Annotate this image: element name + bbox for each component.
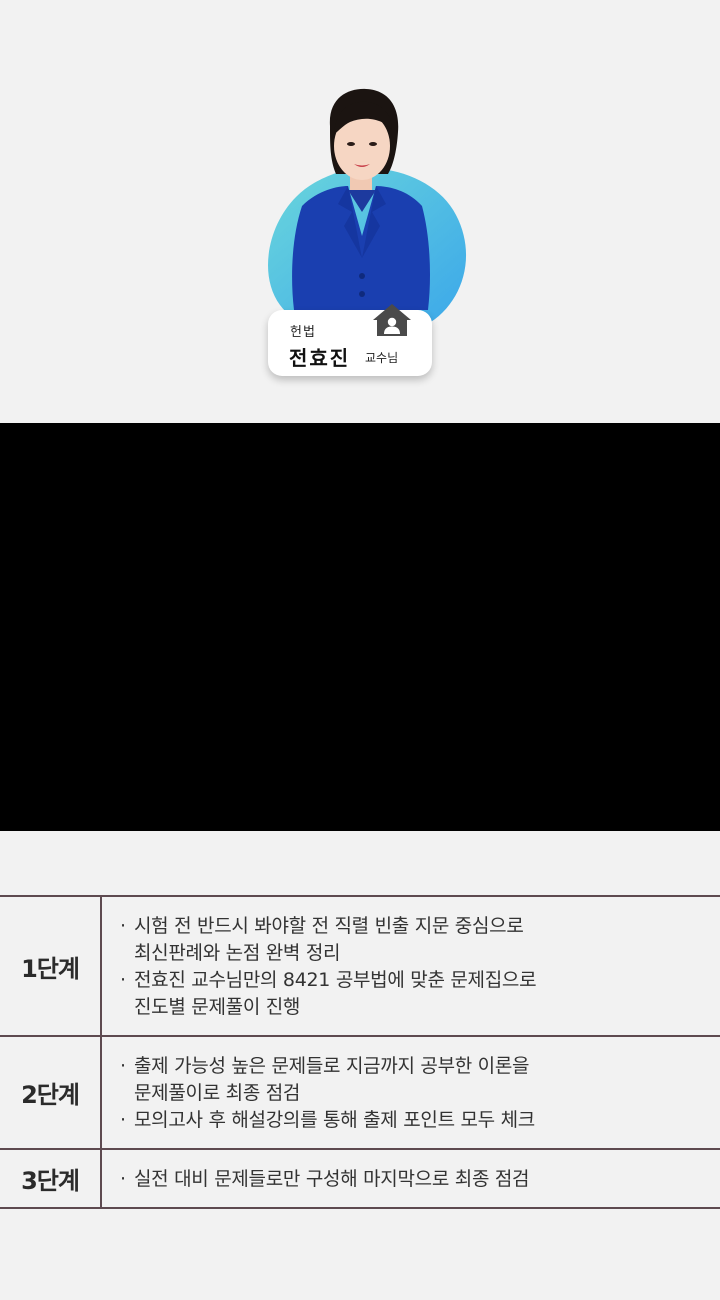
professor-header: 헌법 전효진 교수님: [0, 0, 720, 423]
step-item-text: 전효진 교수님만의 8421 공부법에 맞춘 문제집으로 진도별 문제풀이 진행: [134, 969, 537, 1018]
professor-portrait: [292, 88, 430, 310]
home-user-icon[interactable]: [371, 302, 413, 338]
step-item: 시험 전 반드시 봐야할 전 직렬 빈출 지문 중심으로 최신판례와 논점 완벽…: [120, 913, 536, 967]
professor-title: 교수님: [365, 351, 399, 365]
step-label: 2단계: [0, 1037, 102, 1148]
study-steps-table: 1단계 시험 전 반드시 봐야할 전 직렬 빈출 지문 중심으로 최신판례와 논…: [0, 895, 720, 1209]
step-item-text: 실전 대비 문제들로만 구성해 마지막으로 최종 점검: [134, 1168, 530, 1190]
step-item: 모의고사 후 해설강의를 통해 출제 포인트 모두 체크: [120, 1107, 535, 1134]
video-player[interactable]: [0, 423, 720, 831]
professor-name: 전효진: [289, 346, 351, 370]
subject-label: 헌법: [290, 325, 316, 340]
step-row-1: 1단계 시험 전 반드시 봐야할 전 직렬 빈출 지문 중심으로 최신판례와 논…: [0, 895, 720, 1035]
step-row-3: 3단계 실전 대비 문제들로만 구성해 마지막으로 최종 점검: [0, 1148, 720, 1209]
step-label: 1단계: [0, 897, 102, 1035]
step-row-2: 2단계 출제 가능성 높은 문제들로 지금까지 공부한 이론을 문제풀이로 최종…: [0, 1035, 720, 1148]
step-item-text: 출제 가능성 높은 문제들로 지금까지 공부한 이론을 문제풀이로 최종 점검: [134, 1055, 530, 1104]
step-label: 3단계: [0, 1150, 102, 1207]
step-item: 전효진 교수님만의 8421 공부법에 맞춘 문제집으로 진도별 문제풀이 진행: [120, 967, 537, 1021]
step-item-text: 시험 전 반드시 봐야할 전 직렬 빈출 지문 중심으로 최신판례와 논점 완벽…: [134, 915, 524, 964]
step-item: 실전 대비 문제들로만 구성해 마지막으로 최종 점검: [120, 1166, 530, 1193]
step-item: 출제 가능성 높은 문제들로 지금까지 공부한 이론을 문제풀이로 최종 점검: [120, 1053, 535, 1107]
step-item-text: 모의고사 후 해설강의를 통해 출제 포인트 모두 체크: [134, 1109, 535, 1131]
